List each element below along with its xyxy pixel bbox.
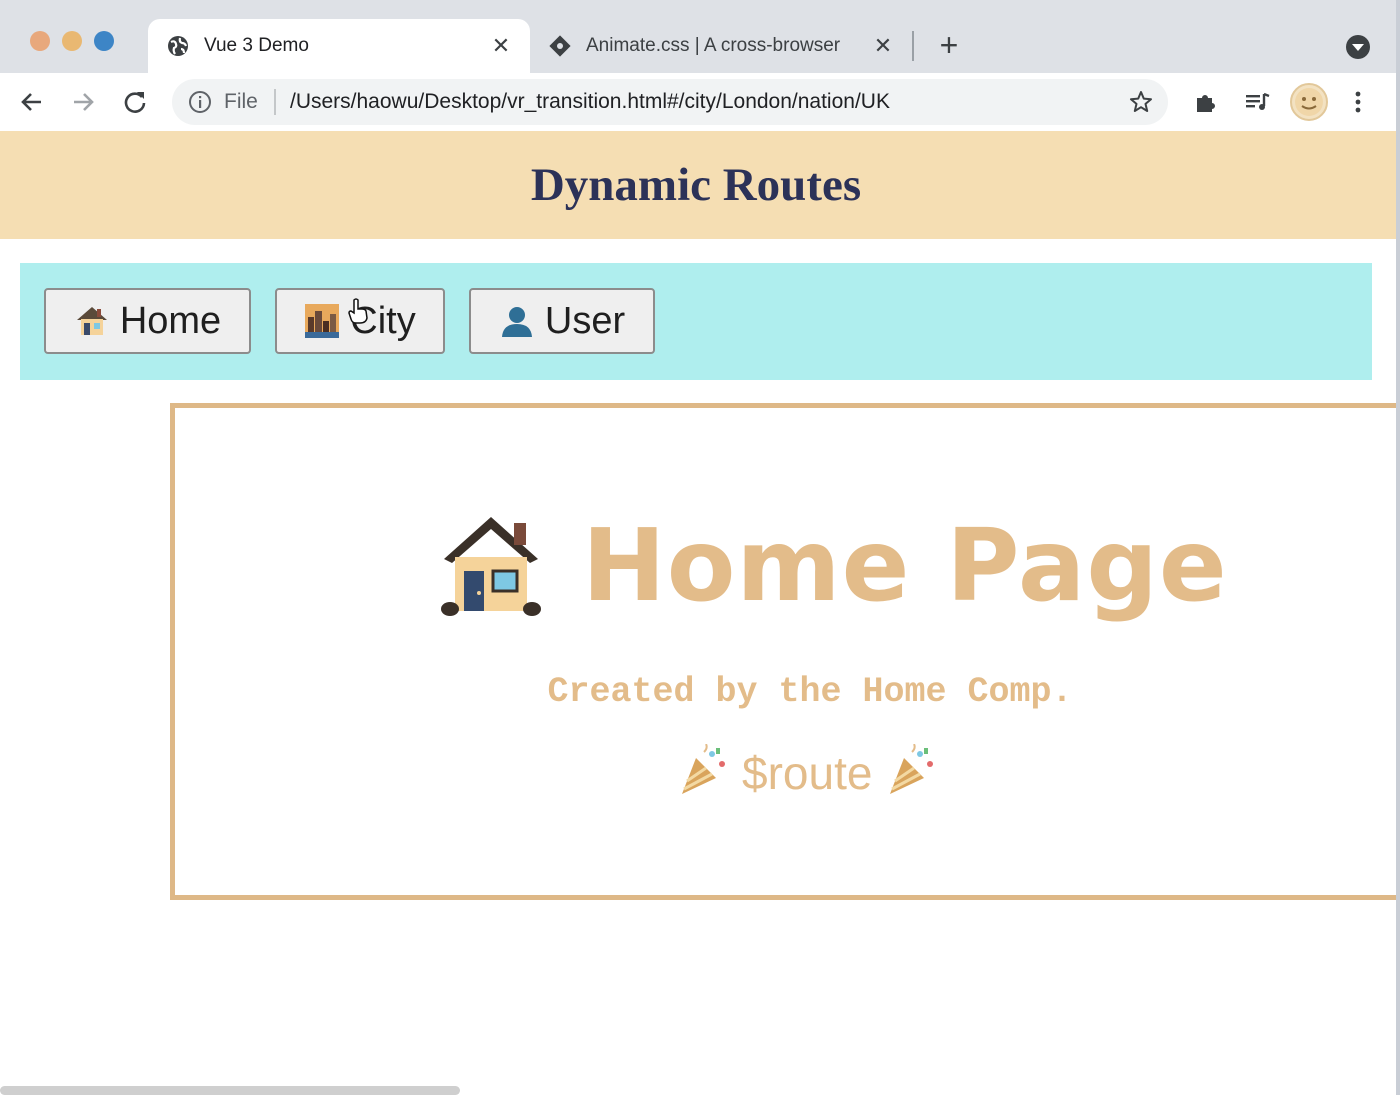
close-window-button[interactable]	[30, 31, 50, 51]
address-scheme-label: File	[224, 90, 258, 113]
tab-vue-demo[interactable]: Vue 3 Demo ✕	[148, 19, 530, 73]
party-popper-icon	[676, 743, 730, 803]
home-page-title: Home Page	[582, 506, 1228, 624]
page-header: Dynamic Routes	[0, 131, 1396, 239]
browser-toolbar: File /Users/haowu/Desktop/vr_transition.…	[0, 73, 1400, 131]
info-icon[interactable]	[188, 90, 212, 114]
tab-animate-css[interactable]: Animate.css | A cross-browser ✕	[530, 19, 912, 73]
browser-window: Vue 3 Demo ✕ Animate.css | A cross-brows…	[0, 0, 1400, 1095]
tab-title: Animate.css | A cross-browser	[586, 35, 841, 56]
horizontal-scrollbar[interactable]	[0, 1086, 460, 1095]
globe-icon	[166, 34, 190, 58]
route-line: $route	[676, 740, 938, 806]
window-edge	[1396, 0, 1400, 1095]
media-queue-icon[interactable]	[1240, 85, 1274, 119]
house-emoji-icon	[440, 509, 542, 622]
profile-avatar-icon[interactable]	[1290, 83, 1328, 121]
cityscape-emoji-icon	[304, 303, 340, 339]
home-page-heading: Home Page	[440, 505, 1228, 625]
animate-logo-icon	[548, 34, 572, 58]
more-vert-icon[interactable]	[1341, 85, 1375, 119]
tab-close-icon[interactable]: ✕	[872, 33, 894, 58]
route-nav: Home City User	[20, 263, 1372, 380]
tab-strip: Vue 3 Demo ✕ Animate.css | A cross-brows…	[0, 0, 1400, 73]
minimize-window-button[interactable]	[62, 31, 82, 51]
address-url[interactable]: /Users/haowu/Desktop/vr_transition.html#…	[290, 79, 890, 125]
zoom-window-button[interactable]	[94, 31, 114, 51]
page-title: Dynamic Routes	[530, 159, 862, 211]
nav-city-label: City	[350, 299, 416, 342]
address-bar[interactable]: File /Users/haowu/Desktop/vr_transition.…	[172, 79, 1168, 125]
tab-close-icon[interactable]: ✕	[490, 33, 512, 58]
nav-user-button[interactable]: User	[469, 288, 655, 354]
home-subtitle: Created by the Home Comp.	[547, 672, 1073, 712]
back-arrow-icon[interactable]	[15, 85, 49, 119]
route-view-card	[170, 403, 1400, 900]
forward-arrow-icon[interactable]	[66, 85, 100, 119]
user-silhouette-emoji-icon	[499, 303, 535, 339]
new-tab-plus-icon[interactable]: +	[934, 27, 964, 63]
reload-icon[interactable]	[118, 85, 152, 119]
route-text: $route	[742, 747, 873, 799]
tab-title: Vue 3 Demo	[204, 35, 309, 56]
extensions-puzzle-icon[interactable]	[1188, 85, 1222, 119]
nav-city-button[interactable]: City	[275, 288, 445, 354]
nav-user-label: User	[544, 299, 626, 342]
party-popper-icon	[884, 743, 938, 803]
nav-home-label: Home	[119, 299, 222, 342]
tab-divider	[912, 31, 914, 61]
house-emoji-icon	[74, 303, 110, 339]
address-divider	[274, 89, 276, 115]
nav-home-button[interactable]: Home	[44, 288, 251, 354]
star-icon[interactable]	[1128, 89, 1154, 115]
tab-search-icon[interactable]	[1345, 34, 1371, 60]
